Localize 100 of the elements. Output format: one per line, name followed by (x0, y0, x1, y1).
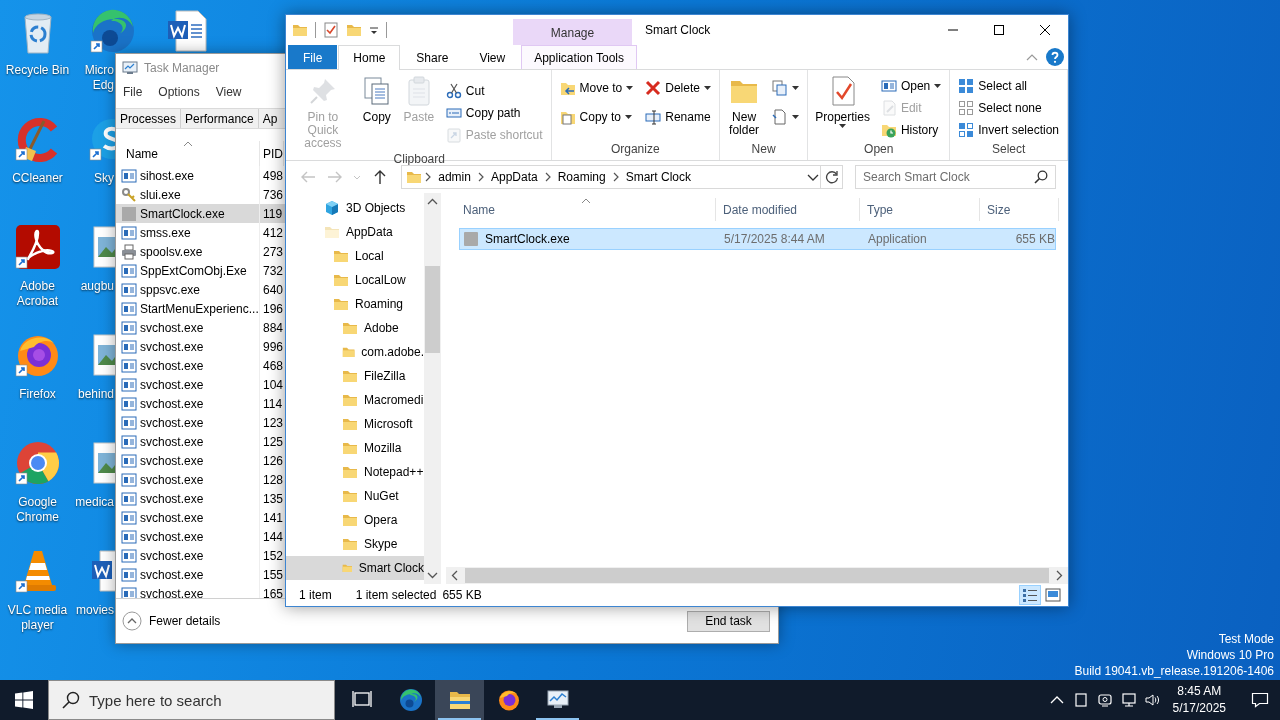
vertical-scrollbar[interactable] (424, 193, 441, 584)
ribbon-button[interactable]: Properties (813, 73, 872, 142)
process-row[interactable]: smss.exe 412 (116, 223, 285, 242)
tree-item[interactable]: Skype (286, 532, 424, 556)
ribbon-button[interactable]: Delete (642, 77, 714, 99)
tree-item[interactable]: FileZilla (286, 364, 424, 388)
process-row[interactable]: svchost.exe 155 (116, 565, 285, 584)
desktop-icon-label[interactable]: movies (75, 603, 114, 618)
process-row[interactable]: SmartClock.exe 119 (116, 204, 285, 223)
process-row[interactable]: svchost.exe 468 (116, 356, 285, 375)
ribbon-tab[interactable]: Application Tools (521, 45, 638, 69)
scrollbar-thumb[interactable] (465, 568, 1049, 583)
ribbon-button[interactable]: Copy path (442, 102, 546, 124)
desktop-icon-label[interactable]: VLC media player (1, 603, 74, 633)
taskbar-button[interactable] (435, 680, 484, 720)
help-icon[interactable] (1046, 48, 1064, 66)
scrollbar-thumb[interactable] (425, 266, 440, 353)
clock[interactable]: 8:45 AM 5/17/2025 (1164, 683, 1234, 717)
horizontal-scrollbar[interactable] (446, 567, 1068, 584)
ribbon-button[interactable]: Invert selection (955, 119, 1062, 141)
ribbon-button[interactable]: Open (877, 75, 945, 97)
address-bar[interactable]: admin AppData Roaming Smart Clock (401, 165, 843, 189)
view-button[interactable] (1042, 585, 1064, 605)
menu-item[interactable]: Options (154, 82, 204, 102)
tree-item[interactable]: Adobe (286, 316, 424, 340)
tree-item[interactable]: Local (286, 244, 424, 268)
process-row[interactable]: svchost.exe 165 (116, 584, 285, 598)
tree-item[interactable]: Mozilla (286, 436, 424, 460)
process-row[interactable]: svchost.exe 144 (116, 527, 285, 546)
cube-icon (324, 200, 340, 216)
ribbon-button[interactable]: Copy to (556, 106, 637, 128)
chrome-icon[interactable] (13, 439, 62, 487)
process-row[interactable]: svchost.exe 135 (116, 489, 285, 508)
tab[interactable]: Processes (116, 109, 182, 128)
breadcrumb[interactable]: Roaming (553, 170, 610, 184)
ribbon-tab[interactable]: View (464, 45, 521, 69)
menu-item[interactable]: View (211, 82, 246, 102)
tree-item[interactable]: NuGet (286, 484, 424, 508)
fewer-details-button[interactable]: Fewer details (122, 611, 221, 631)
column-header[interactable]: Size (980, 198, 1059, 221)
desktop-icon-label[interactable]: Micro Edg (75, 63, 114, 93)
process-row[interactable]: spoolsv.exe 273 (116, 242, 285, 261)
ribbon-tab[interactable]: Home (338, 45, 401, 70)
process-row[interactable]: sppsvc.exe 640 (116, 280, 285, 299)
process-row[interactable]: StartMenuExperienc... 196 (116, 299, 285, 318)
process-row[interactable]: svchost.exe 884 (116, 318, 285, 337)
tree-item[interactable]: com.adobe. (286, 340, 424, 364)
pdf-document-icon[interactable] (13, 223, 62, 271)
ribbon-button[interactable]: Rename (642, 106, 714, 128)
ribbon-button[interactable]: New folder (724, 73, 764, 142)
tree-item[interactable]: Roaming (286, 292, 424, 316)
process-row[interactable]: sihost.exe 498 (116, 166, 285, 185)
process-row[interactable]: svchost.exe 152 (116, 546, 285, 565)
checklist-icon[interactable] (323, 22, 339, 38)
process-row[interactable]: svchost.exe 128 (116, 470, 285, 489)
tree-item[interactable]: Smart Clock (286, 556, 424, 580)
menu-item[interactable]: File (119, 82, 147, 102)
ribbon-button[interactable]: Copy (358, 73, 395, 152)
tab[interactable]: Performance (181, 109, 259, 128)
process-row[interactable]: SppExtComObj.Exe 732 (116, 261, 285, 280)
ribbon-button[interactable]: Select all (955, 75, 1062, 97)
ribbon-button[interactable]: Select none (955, 97, 1062, 119)
process-id: 152 (262, 548, 284, 563)
column-header[interactable]: Name (456, 198, 716, 221)
desktop-icon-label[interactable]: medica (75, 495, 114, 510)
tree-item[interactable]: Macromedi (286, 388, 424, 412)
ribbon-button[interactable]: Cut (442, 80, 546, 102)
process-row[interactable]: svchost.exe 114 (116, 394, 285, 413)
ribbon-button[interactable]: History (877, 119, 945, 141)
search-field[interactable]: Type here to search (48, 680, 335, 720)
end-task-button[interactable]: End task (687, 610, 770, 632)
ribbon-tab[interactable]: Share (401, 45, 464, 69)
tree-item[interactable]: Notepad++ (286, 460, 424, 484)
tree-item[interactable]: 3D Objects (286, 196, 424, 220)
tree-item[interactable]: LocalLow (286, 268, 424, 292)
column-header[interactable]: PID (260, 141, 284, 166)
column-header[interactable]: Name (116, 141, 260, 166)
breadcrumb[interactable]: admin (434, 170, 475, 184)
process-id: 165 (262, 586, 284, 598)
column-header[interactable]: Date modified (716, 198, 860, 221)
ribbon-button[interactable]: Move to (556, 77, 637, 99)
tab[interactable]: Ap (258, 109, 278, 128)
file-menu-button[interactable]: File (288, 45, 338, 69)
tree-item[interactable]: Opera (286, 508, 424, 532)
tree-item[interactable]: Microsoft (286, 412, 424, 436)
file-row[interactable]: SmartClock.exe 5/17/2025 8:44 AM Application 655 KB (459, 228, 1056, 250)
browser-icon[interactable] (88, 7, 137, 55)
process-row[interactable]: svchost.exe 996 (116, 337, 285, 356)
desktop-icon-label[interactable]: behind (75, 387, 114, 402)
process-row[interactable]: svchost.exe 125 (116, 432, 285, 451)
process-row[interactable]: svchost.exe 104 (116, 375, 285, 394)
collapse-ribbon-icon[interactable] (1026, 53, 1038, 61)
view-button[interactable] (1019, 585, 1041, 605)
process-row[interactable]: svchost.exe 126 (116, 451, 285, 470)
process-row[interactable]: svchost.exe 141 (116, 508, 285, 527)
column-header[interactable]: Type (860, 198, 980, 221)
breadcrumb[interactable]: Smart Clock (621, 170, 696, 184)
breadcrumb[interactable]: AppData (486, 170, 542, 184)
tree-item[interactable]: AppData (286, 220, 424, 244)
process-row[interactable]: svchost.exe 123 (116, 413, 285, 432)
